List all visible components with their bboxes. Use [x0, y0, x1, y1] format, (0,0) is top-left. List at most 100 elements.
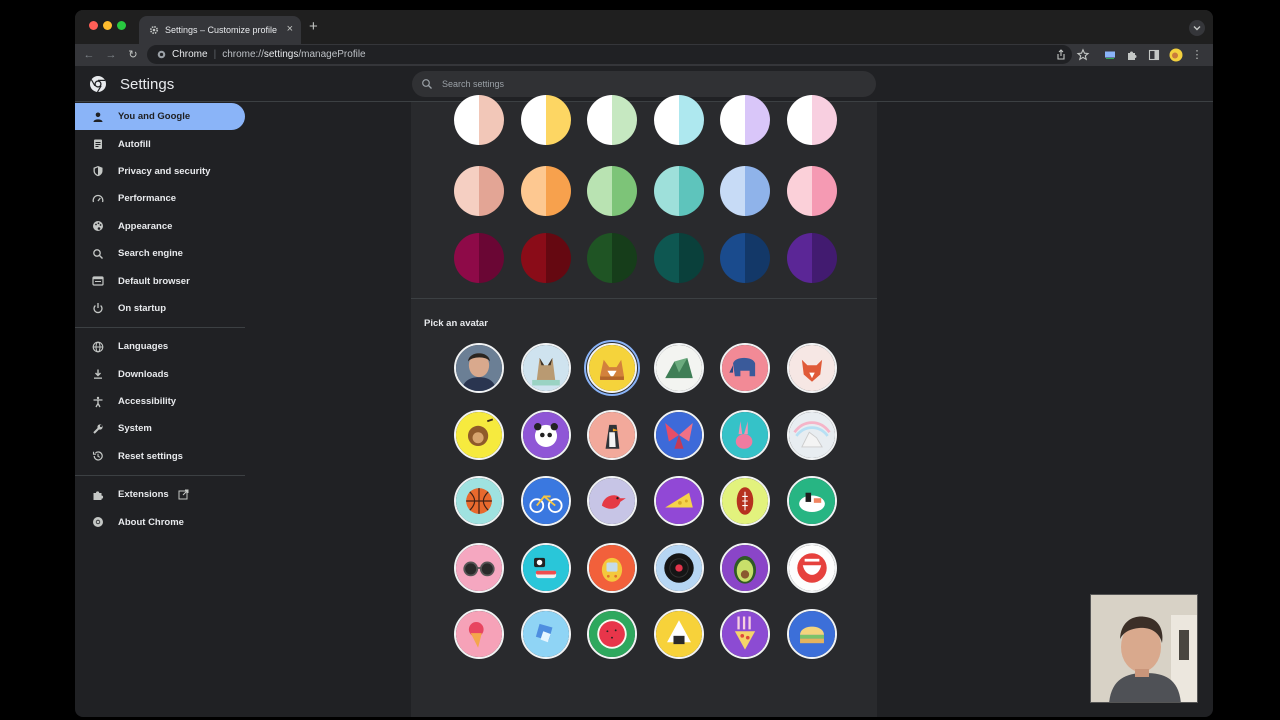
theme-color-swatch[interactable] — [454, 233, 504, 283]
theme-color-swatch[interactable] — [787, 166, 837, 216]
theme-color-swatch[interactable] — [720, 95, 770, 145]
sandwich-icon — [789, 611, 835, 657]
sidebar-item-privacy[interactable]: Privacy and security — [75, 158, 247, 185]
sidebar-item-extensions[interactable]: Extensions — [75, 481, 247, 508]
ice-cube-avatar[interactable] — [521, 609, 571, 659]
sidebar-item-downloads[interactable]: Downloads — [75, 361, 247, 388]
accessibility-icon — [93, 396, 103, 407]
url-path: /manageProfile — [298, 49, 366, 60]
search-icon — [422, 79, 432, 89]
sidebar-item-about-chrome[interactable]: About Chrome — [75, 508, 247, 535]
side-panel-icon[interactable] — [1147, 48, 1161, 62]
elephant-avatar[interactable] — [720, 343, 770, 393]
avatar-section-title: Pick an avatar — [424, 318, 488, 329]
swatch-left-half — [654, 166, 679, 216]
theme-color-swatch[interactable] — [454, 95, 504, 145]
settings-search[interactable] — [412, 71, 876, 97]
share-icon[interactable] — [1054, 48, 1068, 62]
kebab-menu-icon[interactable]: ⋮ — [1189, 47, 1205, 63]
theme-color-swatch[interactable] — [587, 95, 637, 145]
settings-header: Settings — [75, 66, 1213, 102]
tab-search-button[interactable] — [1189, 20, 1205, 36]
penguin-avatar[interactable] — [587, 410, 637, 460]
theme-color-swatch[interactable] — [587, 166, 637, 216]
reload-button[interactable]: ↻ — [125, 47, 141, 63]
close-tab-icon[interactable]: × — [287, 24, 293, 35]
vinyl-avatar[interactable] — [654, 543, 704, 593]
maximize-window-button[interactable] — [117, 21, 126, 30]
sidebar-item-autofill[interactable]: Autofill — [75, 130, 247, 157]
swatch-left-half — [521, 95, 546, 145]
url-prefix: chrome:// — [222, 49, 264, 60]
screen-cast-icon[interactable] — [1103, 48, 1117, 62]
search-input[interactable] — [442, 71, 862, 97]
theme-color-swatch[interactable] — [521, 233, 571, 283]
avocado-avatar[interactable] — [720, 543, 770, 593]
rabbit-avatar[interactable] — [720, 410, 770, 460]
smile-icon — [789, 545, 835, 591]
chevron-down-icon — [1193, 26, 1201, 31]
basketball-avatar[interactable] — [454, 476, 504, 526]
sidebar-item-languages[interactable]: Languages — [75, 333, 247, 360]
football-avatar[interactable] — [720, 476, 770, 526]
tab-settings[interactable]: Settings – Customize profile × — [139, 16, 301, 44]
theme-color-swatch[interactable] — [654, 233, 704, 283]
extensions-puzzle-icon[interactable] — [1125, 48, 1139, 62]
theme-color-swatch[interactable] — [787, 233, 837, 283]
theme-color-swatch[interactable] — [521, 95, 571, 145]
watermelon-avatar[interactable] — [587, 609, 637, 659]
theme-color-swatch[interactable] — [787, 95, 837, 145]
ice-cube-icon — [523, 611, 569, 657]
sidebar-item-on-startup[interactable]: On startup — [75, 295, 247, 322]
theme-color-swatch[interactable] — [521, 166, 571, 216]
photo-avatar[interactable] — [454, 343, 504, 393]
theme-color-swatch[interactable] — [454, 166, 504, 216]
ice-cream-avatar[interactable] — [454, 609, 504, 659]
tamagotchi-avatar[interactable] — [587, 543, 637, 593]
theme-color-swatch[interactable] — [654, 166, 704, 216]
sushi-avatar[interactable] — [521, 543, 571, 593]
pizza-avatar[interactable] — [720, 609, 770, 659]
bookmark-star-icon[interactable] — [1076, 48, 1090, 62]
webcam-overlay — [1090, 594, 1198, 703]
corgi-avatar[interactable] — [584, 340, 640, 396]
sunglasses-avatar[interactable] — [454, 543, 504, 593]
minimize-window-button[interactable] — [103, 21, 112, 30]
dragon-avatar[interactable] — [654, 343, 704, 393]
sandwich-avatar[interactable] — [787, 609, 837, 659]
theme-color-swatch[interactable] — [720, 166, 770, 216]
sidebar-item-appearance[interactable]: Appearance — [75, 213, 247, 240]
page-title: Settings — [120, 76, 175, 93]
theme-color-swatch[interactable] — [720, 233, 770, 283]
back-button[interactable]: ← — [81, 47, 97, 63]
cheese-avatar[interactable] — [654, 476, 704, 526]
bike-avatar[interactable] — [521, 476, 571, 526]
photo-icon — [456, 345, 502, 391]
unicorn-avatar[interactable] — [787, 410, 837, 460]
smile-avatar[interactable] — [787, 543, 837, 593]
sidebar-item-default-browser[interactable]: Default browser — [75, 267, 247, 294]
bird-avatar[interactable] — [587, 476, 637, 526]
address-bar[interactable]: Chrome | chrome:// settings /manageProfi… — [147, 45, 1072, 64]
sidebar-item-reset-settings[interactable]: Reset settings — [75, 443, 247, 470]
close-window-button[interactable] — [89, 21, 98, 30]
sidebar-item-accessibility[interactable]: Accessibility — [75, 388, 247, 415]
sidebar-item-system[interactable]: System — [75, 415, 247, 442]
onigiri-avatar[interactable] — [654, 609, 704, 659]
cat-avatar[interactable] — [521, 343, 571, 393]
sushi-plate-avatar[interactable] — [787, 476, 837, 526]
theme-color-swatch[interactable] — [587, 233, 637, 283]
theme-color-swatch[interactable] — [654, 95, 704, 145]
fox-avatar[interactable] — [787, 343, 837, 393]
sidebar-item-search-engine[interactable]: Search engine — [75, 240, 247, 267]
forward-button[interactable]: → — [103, 47, 119, 63]
new-tab-button[interactable]: + — [309, 19, 318, 35]
sidebar-item-performance[interactable]: Performance — [75, 185, 247, 212]
bird-icon — [589, 478, 635, 524]
butterfly-avatar[interactable] — [654, 410, 704, 460]
profile-avatar-icon[interactable] — [1169, 48, 1183, 62]
sidebar-item-you-and-google[interactable]: You and Google — [75, 103, 245, 131]
panda-avatar[interactable] — [521, 410, 571, 460]
watermelon-icon — [589, 611, 635, 657]
monkey-avatar[interactable] — [454, 410, 504, 460]
